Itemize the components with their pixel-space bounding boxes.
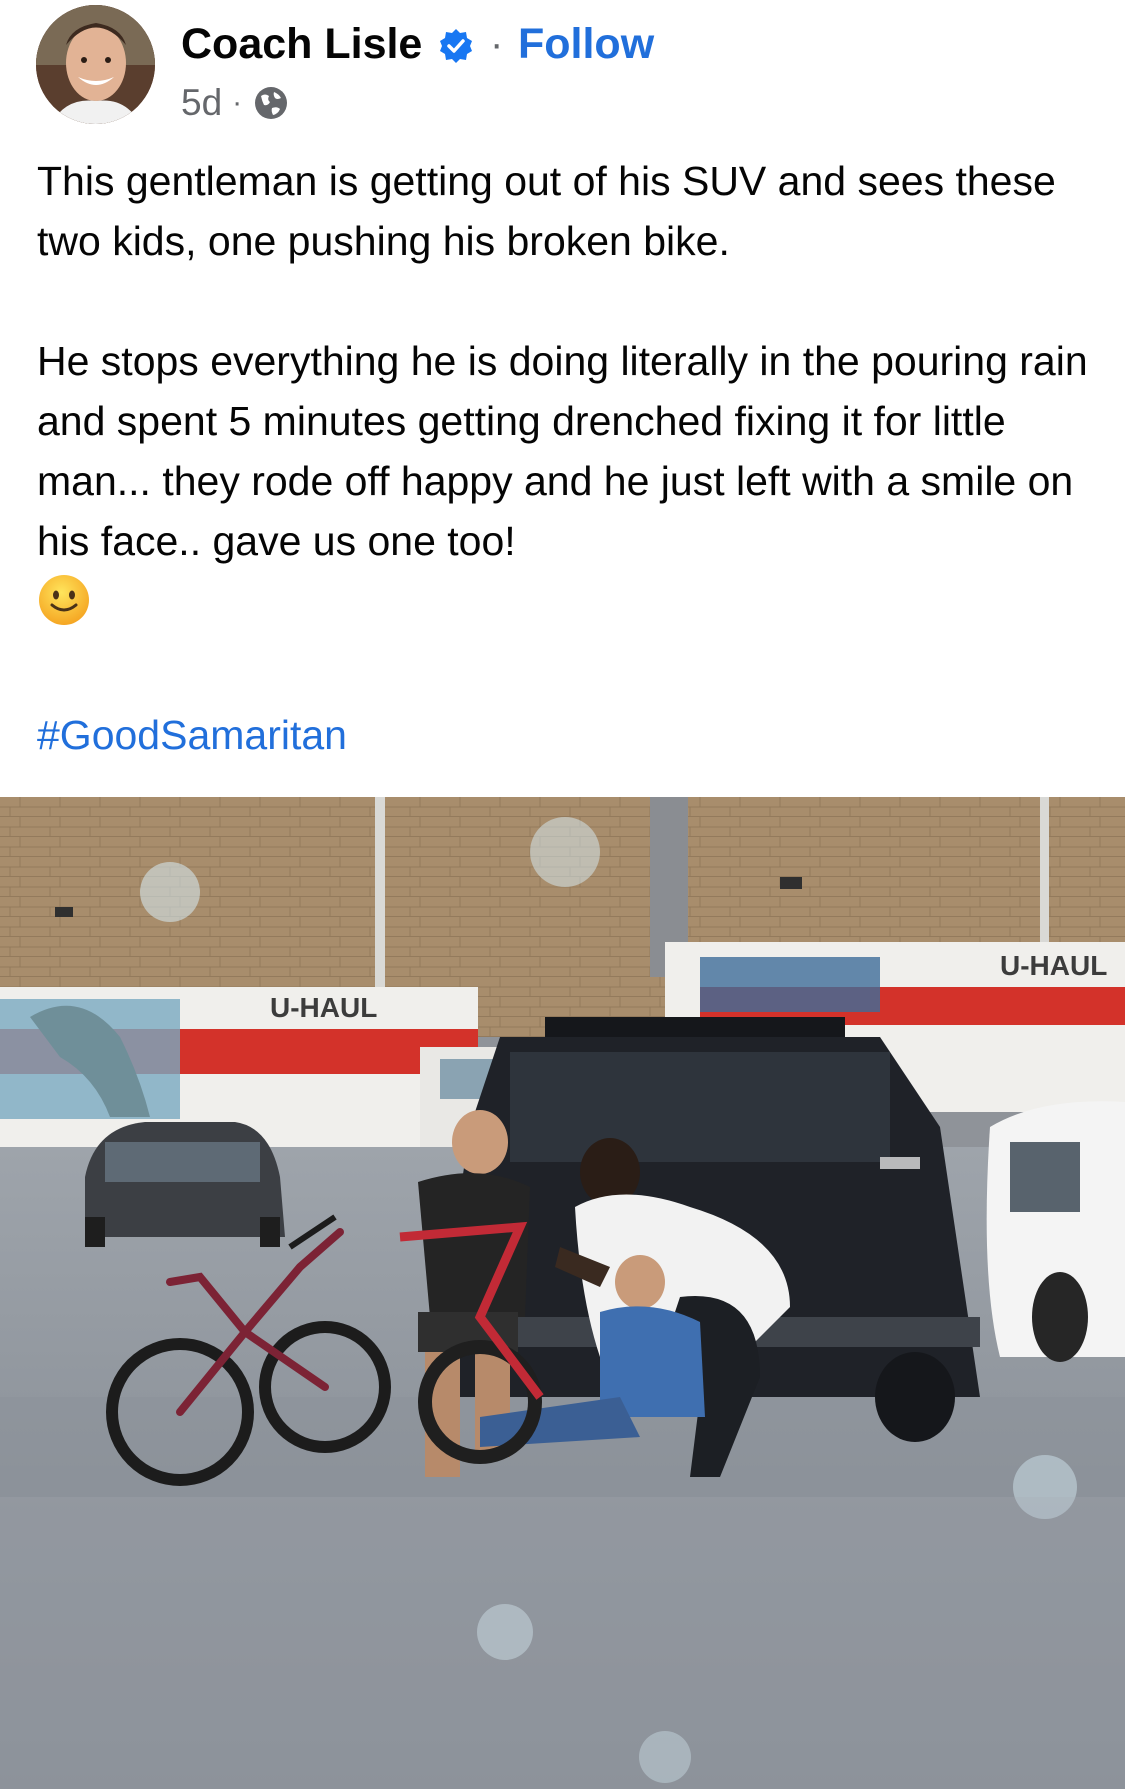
right-truck-sign: U-HAUL xyxy=(1000,950,1107,981)
author-name[interactable]: Coach Lisle xyxy=(181,18,422,70)
post-meta: 5d · xyxy=(181,80,290,126)
author-avatar[interactable] xyxy=(36,5,155,124)
post-header: Coach Lisle · Follow 5d · xyxy=(0,0,1125,130)
post-body: This gentleman is getting out of his SUV… xyxy=(37,151,1097,627)
post-photo[interactable]: U-HAUL U-HAUL xyxy=(0,797,1125,1789)
left-truck-sign: U-HAUL xyxy=(270,992,377,1023)
globe-icon[interactable] xyxy=(252,84,290,122)
post-paragraph-1: This gentleman is getting out of his SUV… xyxy=(37,158,1056,264)
slightly-smiling-face-emoji xyxy=(39,575,89,625)
follow-separator: · xyxy=(490,22,504,66)
hashtag-link[interactable]: #GoodSamaritan xyxy=(37,705,347,765)
post-photo-image: U-HAUL U-HAUL xyxy=(0,797,1125,1789)
post-timestamp[interactable]: 5d xyxy=(181,80,222,126)
avatar-image xyxy=(36,5,155,124)
post-paragraph-2: He stops everything he is doing literall… xyxy=(37,338,1088,564)
meta-separator: · xyxy=(232,86,243,119)
follow-button[interactable]: Follow xyxy=(518,18,654,70)
verified-badge-icon xyxy=(440,29,472,63)
